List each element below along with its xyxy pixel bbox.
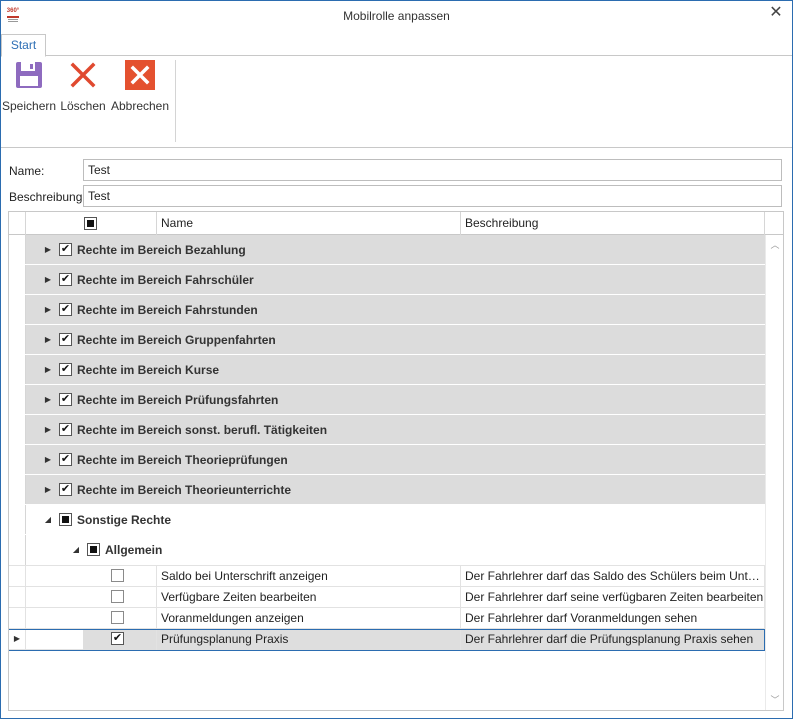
row-checkbox[interactable]: ✔ <box>111 632 124 645</box>
group-label: Rechte im Bereich Prüfungsfahrten <box>77 393 279 407</box>
group-row[interactable]: ▶ ✔ Rechte im Bereich sonst. berufl. Tät… <box>9 415 765 445</box>
header-select-cell <box>26 212 157 235</box>
delete-x-icon <box>70 62 96 88</box>
column-header-name[interactable]: Name <box>157 212 461 235</box>
group-label: Rechte im Bereich sonst. berufl. Tätigke… <box>77 423 328 437</box>
row-checkbox[interactable] <box>111 569 124 582</box>
group-row[interactable]: ▶ ✔ Rechte im Bereich Fahrstunden <box>9 295 765 325</box>
select-all-checkbox[interactable] <box>84 217 97 230</box>
row-name: Verfügbare Zeiten bearbeiten <box>157 587 461 608</box>
collapse-arrow-icon[interactable]: ◢ <box>71 545 81 555</box>
group-checkbox[interactable]: ✔ <box>59 363 72 376</box>
row-name: Prüfungsplanung Praxis <box>157 629 461 650</box>
scroll-down-icon[interactable]: ﹀ <box>769 694 781 706</box>
expanded-group-label: Sonstige Rechte <box>77 513 172 527</box>
expand-arrow-icon[interactable]: ▶ <box>43 485 53 495</box>
table-row[interactable]: Voranmeldungen anzeigen Der Fahrlehrer d… <box>9 608 765 629</box>
row-name: Voranmeldungen anzeigen <box>157 608 461 629</box>
group-checkbox[interactable] <box>59 513 72 526</box>
collapse-arrow-icon[interactable]: ◢ <box>43 515 53 525</box>
expand-arrow-icon[interactable]: ▶ <box>43 245 53 255</box>
row-checkbox-cell <box>83 587 157 608</box>
group-label: Rechte im Bereich Theorieunterrichte <box>77 483 292 497</box>
group-checkbox[interactable]: ✔ <box>59 333 72 346</box>
group-label: Rechte im Bereich Fahrstunden <box>77 303 258 317</box>
table-row-selected[interactable]: ▶ ✔ Prüfungsplanung Praxis Der Fahrlehre… <box>9 629 765 651</box>
group-checkbox[interactable]: ✔ <box>59 453 72 466</box>
subgroup-label: Allgemein <box>105 543 163 557</box>
group-checkbox[interactable]: ✔ <box>59 423 72 436</box>
row-description: Der Fahrlehrer darf das Saldo des Schüle… <box>461 566 765 587</box>
grid-header: Name Beschreibung <box>9 212 783 235</box>
table-row[interactable]: Saldo bei Unterschrift anzeigen Der Fahr… <box>9 566 765 587</box>
description-field[interactable] <box>83 185 782 207</box>
group-checkbox[interactable]: ✔ <box>59 483 72 496</box>
rights-grid: Name Beschreibung ▶ ✔ Rechte im Bereich … <box>8 211 784 711</box>
group-row[interactable]: ▶ ✔ Rechte im Bereich Kurse <box>9 355 765 385</box>
group-checkbox[interactable]: ✔ <box>59 243 72 256</box>
expanded-group-row[interactable]: ◢ Sonstige Rechte <box>9 505 765 535</box>
expand-arrow-icon[interactable]: ▶ <box>43 455 53 465</box>
group-label: Rechte im Bereich Fahrschüler <box>77 273 254 287</box>
group-row[interactable]: ▶ ✔ Rechte im Bereich Gruppenfahrten <box>9 325 765 355</box>
expand-arrow-icon[interactable]: ▶ <box>43 425 53 435</box>
row-description: Der Fahrlehrer darf die Prüfungsplanung … <box>461 629 765 650</box>
dialog-window: 360° Mobilrolle anpassen ✕ Start Speiche… <box>0 0 793 719</box>
group-label: Rechte im Bereich Bezahlung <box>77 243 246 257</box>
cancel-button-label: Abbrechen <box>110 99 170 113</box>
grid-rows: ▶ ✔ Rechte im Bereich Bezahlung ▶ ✔ Rech… <box>9 235 765 710</box>
name-field[interactable] <box>83 159 782 181</box>
ribbon-separator <box>175 60 176 142</box>
ribbon-toolbar: Speichern Löschen Abbrechen <box>1 56 792 148</box>
group-label: Rechte im Bereich Gruppenfahrten <box>77 333 276 347</box>
group-label: Rechte im Bereich Theorieprüfungen <box>77 453 288 467</box>
title-bar: 360° Mobilrolle anpassen ✕ <box>1 1 792 32</box>
save-button-label: Speichern <box>2 99 57 113</box>
cancel-icon <box>125 60 155 90</box>
group-checkbox[interactable]: ✔ <box>59 393 72 406</box>
group-checkbox[interactable]: ✔ <box>59 273 72 286</box>
save-icon <box>16 62 42 88</box>
expand-arrow-icon[interactable]: ▶ <box>43 335 53 345</box>
row-checkbox[interactable] <box>111 590 124 603</box>
cancel-button[interactable]: Abbrechen <box>110 60 170 113</box>
save-button[interactable]: Speichern <box>2 60 56 113</box>
expand-arrow-icon[interactable]: ▶ <box>43 275 53 285</box>
group-row[interactable]: ▶ ✔ Rechte im Bereich Prüfungsfahrten <box>9 385 765 415</box>
row-description: Der Fahrlehrer darf Voranmeldungen sehen <box>461 608 765 629</box>
delete-button[interactable]: Löschen <box>60 60 106 113</box>
column-header-description[interactable]: Beschreibung <box>461 212 765 235</box>
vertical-scrollbar[interactable]: ︿ ﹀ <box>765 235 783 710</box>
group-row[interactable]: ▶ ✔ Rechte im Bereich Bezahlung <box>9 235 765 265</box>
group-label: Rechte im Bereich Kurse <box>77 363 220 377</box>
expand-arrow-icon[interactable]: ▶ <box>43 365 53 375</box>
name-label: Name: <box>9 164 45 178</box>
row-checkbox[interactable] <box>111 611 124 624</box>
group-checkbox[interactable]: ✔ <box>59 303 72 316</box>
row-checkbox-cell <box>83 608 157 629</box>
row-description: Der Fahrlehrer darf seine verfügbaren Ze… <box>461 587 765 608</box>
row-checkbox-cell: ✔ <box>83 629 157 650</box>
tab-start[interactable]: Start <box>1 34 46 57</box>
group-row[interactable]: ▶ ✔ Rechte im Bereich Fahrschüler <box>9 265 765 295</box>
row-checkbox-cell <box>83 566 157 587</box>
expand-arrow-icon[interactable]: ▶ <box>43 305 53 315</box>
ribbon-tab-bar: Start <box>1 32 792 57</box>
group-row[interactable]: ▶ ✔ Rechte im Bereich Theorieunterrichte <box>9 475 765 505</box>
expand-arrow-icon[interactable]: ▶ <box>43 395 53 405</box>
window-title: Mobilrolle anpassen <box>343 9 450 23</box>
group-row[interactable]: ▶ ✔ Rechte im Bereich Theorieprüfungen <box>9 445 765 475</box>
close-icon[interactable]: ✕ <box>768 4 784 22</box>
subgroup-row[interactable]: ◢ Allgemein <box>9 535 765 566</box>
description-label: Beschreibung <box>9 190 83 204</box>
current-row-indicator-icon: ▶ <box>13 634 21 643</box>
table-row[interactable]: Verfügbare Zeiten bearbeiten Der Fahrleh… <box>9 587 765 608</box>
header-indicator-cell <box>9 212 26 235</box>
delete-button-label: Löschen <box>60 99 106 113</box>
subgroup-checkbox[interactable] <box>87 543 100 556</box>
scroll-up-icon[interactable]: ︿ <box>769 239 781 251</box>
row-name: Saldo bei Unterschrift anzeigen <box>157 566 461 587</box>
